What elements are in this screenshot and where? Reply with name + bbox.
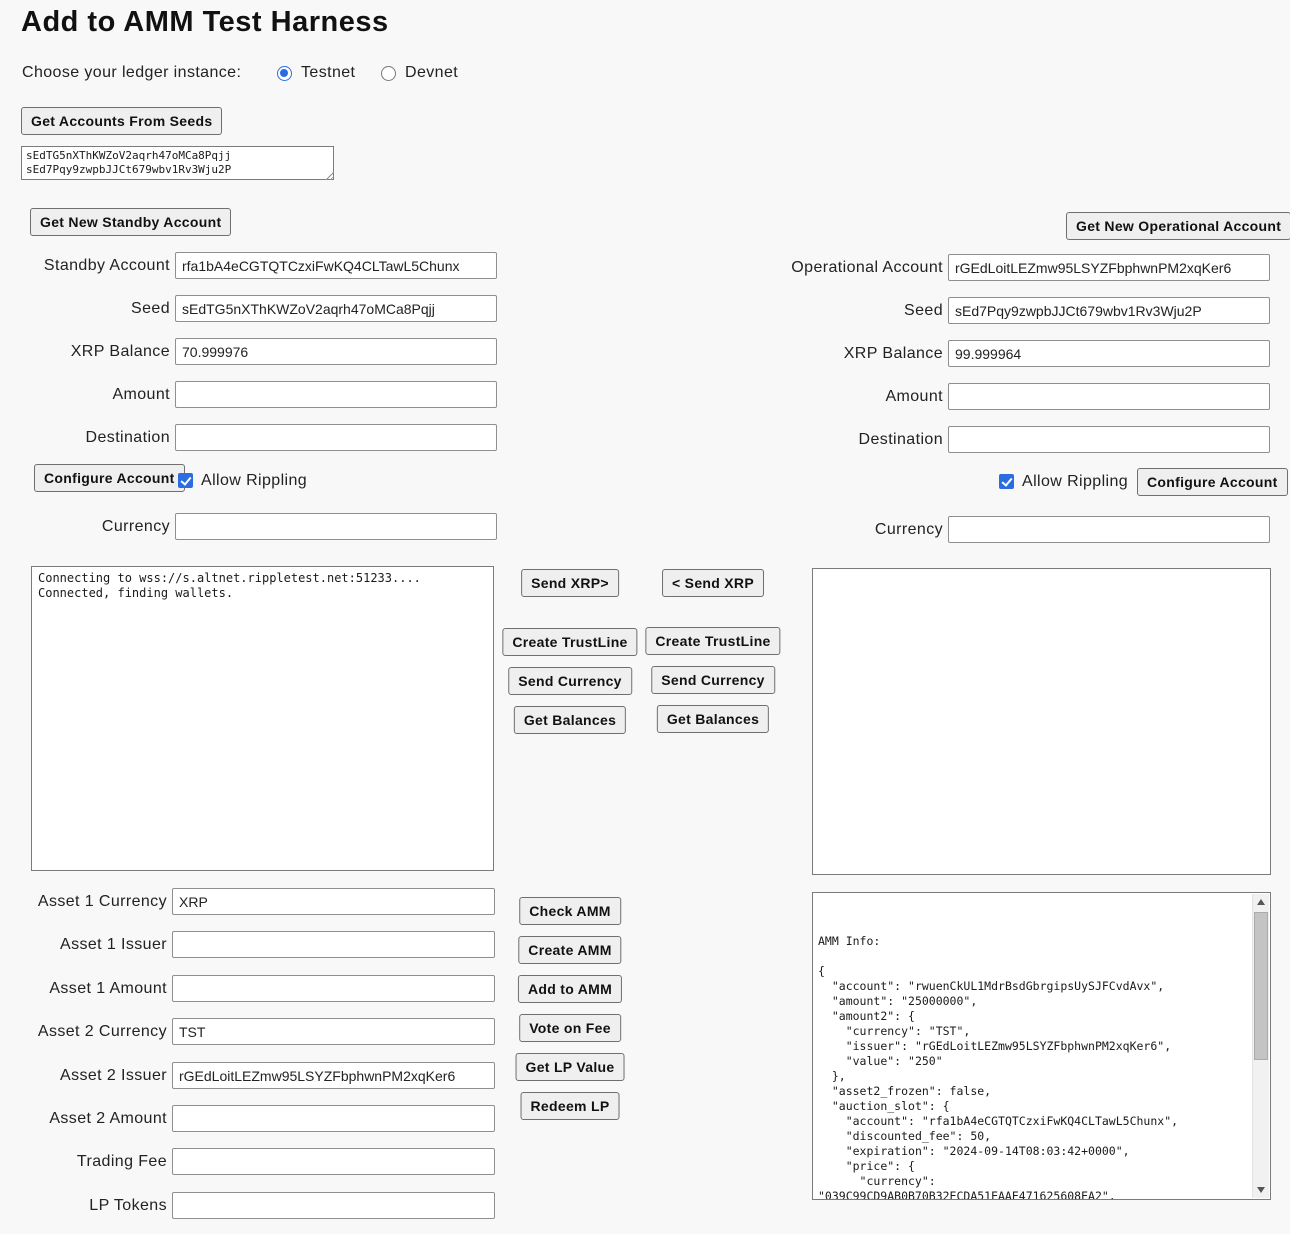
lp-tokens-input[interactable] [172, 1192, 495, 1219]
standby-xrp-balance-input[interactable] [175, 338, 497, 365]
get-accounts-from-seeds-button[interactable]: Get Accounts From Seeds [21, 107, 222, 135]
standby-configure-account-button[interactable]: Configure Account [34, 464, 185, 492]
trading-fee-label: Trading Fee [0, 1153, 167, 1171]
standby-allow-rippling-label: Allow Rippling [201, 472, 307, 490]
standby-send-currency-button[interactable]: Send Currency [508, 667, 632, 695]
operational-create-trustline-button[interactable]: Create TrustLine [645, 627, 780, 655]
standby-amount-label: Amount [0, 386, 170, 404]
operational-xrp-balance-label: XRP Balance [770, 345, 943, 363]
amm-info-content: AMM Info: { "account": "rwuenCkUL1MdrBsd… [813, 931, 1270, 1200]
standby-amount-input[interactable] [175, 381, 497, 408]
standby-create-trustline-button[interactable]: Create TrustLine [502, 628, 637, 656]
operational-results-textarea[interactable] [812, 568, 1271, 875]
asset1-currency-label: Asset 1 Currency [0, 893, 167, 911]
operational-xrp-balance-input[interactable] [948, 340, 1270, 367]
vote-on-fee-button[interactable]: Vote on Fee [519, 1014, 621, 1042]
standby-xrp-balance-label: XRP Balance [0, 343, 170, 361]
standby-results-textarea[interactable]: Connecting to wss://s.altnet.rippletest.… [31, 566, 494, 871]
seeds-textarea[interactable]: sEdTG5nXThKWZoV2aqrh47oMCa8Pqjj sEd7Pqy9… [21, 146, 334, 180]
scrollbar[interactable] [1252, 894, 1269, 1198]
operational-send-currency-button[interactable]: Send Currency [651, 666, 775, 694]
operational-allow-rippling-label: Allow Rippling [1022, 473, 1128, 491]
standby-account-input[interactable] [175, 252, 497, 279]
asset2-amount-input[interactable] [172, 1105, 495, 1132]
devnet-radio-label[interactable]: Devnet [405, 64, 458, 82]
operational-destination-input[interactable] [948, 426, 1270, 453]
operational-seed-input[interactable] [948, 297, 1270, 324]
operational-amount-input[interactable] [948, 383, 1270, 410]
operational-seed-label: Seed [770, 302, 943, 320]
asset2-currency-input[interactable] [172, 1018, 495, 1045]
asset2-amount-label: Asset 2 Amount [0, 1110, 167, 1128]
operational-account-label: Operational Account [770, 259, 943, 277]
ledger-instance-label: Choose your ledger instance: [22, 64, 241, 82]
redeem-lp-button[interactable]: Redeem LP [521, 1092, 620, 1120]
asset1-issuer-input[interactable] [172, 931, 495, 958]
trading-fee-input[interactable] [172, 1148, 495, 1175]
scroll-down-icon[interactable] [1253, 1181, 1270, 1198]
operational-send-xrp-button[interactable]: < Send XRP [662, 569, 764, 597]
asset1-amount-input[interactable] [172, 975, 495, 1002]
add-to-amm-button[interactable]: Add to AMM [518, 975, 622, 1003]
lp-tokens-label: LP Tokens [0, 1197, 167, 1215]
operational-amount-label: Amount [770, 388, 943, 406]
standby-account-label: Standby Account [0, 257, 170, 275]
asset1-currency-input[interactable] [172, 888, 495, 915]
asset1-issuer-label: Asset 1 Issuer [0, 936, 167, 954]
standby-destination-input[interactable] [175, 424, 497, 451]
operational-currency-label: Currency [770, 521, 943, 539]
operational-get-balances-button[interactable]: Get Balances [657, 705, 769, 733]
standby-currency-input[interactable] [175, 513, 497, 540]
asset2-issuer-label: Asset 2 Issuer [0, 1067, 167, 1085]
standby-send-xrp-button[interactable]: Send XRP> [521, 569, 619, 597]
standby-seed-input[interactable] [175, 295, 497, 322]
create-amm-button[interactable]: Create AMM [518, 936, 621, 964]
testnet-radio[interactable] [277, 66, 292, 81]
standby-destination-label: Destination [0, 429, 170, 447]
asset1-amount-label: Asset 1 Amount [0, 980, 167, 998]
operational-account-input[interactable] [948, 254, 1270, 281]
standby-allow-rippling-checkbox[interactable] [178, 473, 193, 488]
standby-get-balances-button[interactable]: Get Balances [514, 706, 626, 734]
standby-currency-label: Currency [0, 518, 170, 536]
scroll-up-icon[interactable] [1253, 894, 1270, 911]
operational-configure-account-button[interactable]: Configure Account [1137, 468, 1288, 496]
amm-info-textarea[interactable]: AMM Info: { "account": "rwuenCkUL1MdrBsd… [812, 892, 1271, 1200]
operational-currency-input[interactable] [948, 516, 1270, 543]
get-new-standby-account-button[interactable]: Get New Standby Account [30, 208, 231, 236]
get-lp-value-button[interactable]: Get LP Value [516, 1053, 625, 1081]
get-new-operational-account-button[interactable]: Get New Operational Account [1066, 212, 1290, 240]
scrollbar-thumb[interactable] [1254, 912, 1268, 1060]
standby-seed-label: Seed [0, 300, 170, 318]
check-amm-button[interactable]: Check AMM [519, 897, 621, 925]
operational-destination-label: Destination [770, 431, 943, 449]
page-title: Add to AMM Test Harness [21, 6, 389, 39]
asset2-currency-label: Asset 2 Currency [0, 1023, 167, 1041]
devnet-radio[interactable] [381, 66, 396, 81]
operational-allow-rippling-checkbox[interactable] [999, 474, 1014, 489]
asset2-issuer-input[interactable] [172, 1062, 495, 1089]
testnet-radio-label[interactable]: Testnet [301, 64, 355, 82]
